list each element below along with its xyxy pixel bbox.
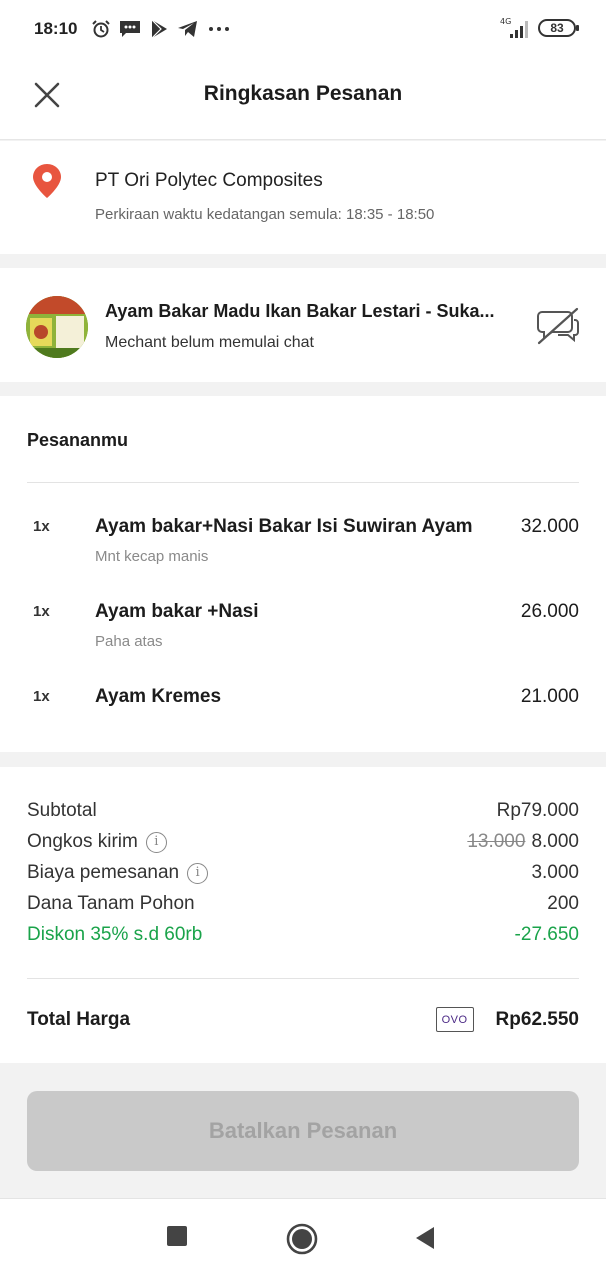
divider (27, 482, 579, 483)
item-quantity: 1x (33, 688, 50, 705)
item-quantity: 1x (33, 518, 50, 535)
more-icon (209, 27, 230, 31)
chat-status: Mechant belum memulai chat (105, 334, 314, 351)
item-quantity: 1x (33, 603, 50, 620)
merchant-name: Ayam Bakar Madu Ikan Bakar Lestari - Suk… (105, 301, 495, 321)
battery-indicator: 83 (538, 19, 579, 37)
item-price: 32.000 (520, 516, 579, 537)
subtotal-row: Subtotal Rp79.000 (27, 798, 579, 824)
tree-fund-row: Dana Tanam Pohon 200 (27, 891, 579, 917)
arrival-estimate: Perkiraan waktu kedatangan semula: 18:35… (95, 206, 435, 223)
item-price: 26.000 (520, 601, 579, 622)
chat-disabled-icon[interactable] (536, 306, 580, 346)
section-title: Pesananmu (27, 430, 129, 450)
order-item: 1x Ayam Kremes 21.000 (0, 686, 606, 756)
item-name: Ayam Kremes (95, 686, 222, 707)
order-item: 1x Ayam bakar +Nasi Paha atas 26.000 (0, 601, 606, 671)
ovo-payment-badge: OVO (435, 1007, 474, 1032)
item-note: Paha atas (95, 633, 163, 650)
total-row: Total Harga OVO Rp62.550 (27, 1007, 579, 1032)
back-triangle-icon[interactable] (414, 1226, 436, 1250)
merchant-section: Ayam Bakar Madu Ikan Bakar Lestari - Suk… (0, 268, 606, 382)
tree-fund-label: Dana Tanam Pohon (27, 893, 195, 914)
total-label: Total Harga (27, 1008, 131, 1030)
play-store-icon (152, 19, 168, 39)
app-bar: Ringkasan Pesanan (0, 58, 606, 140)
battery-level: 83 (550, 21, 564, 35)
system-nav-bar (0, 1198, 606, 1280)
cancel-order-button[interactable]: Batalkan Pesanan (27, 1091, 579, 1171)
circle-icon[interactable] (286, 1223, 318, 1255)
tree-fund-value: 200 (547, 893, 579, 914)
delivery-fee-original: 13.000 (467, 831, 526, 852)
info-icon[interactable]: i (145, 831, 167, 853)
signal-icon: 4G (500, 17, 528, 38)
item-name: Ayam bakar +Nasi (95, 601, 259, 622)
total-value: Rp62.550 (495, 1008, 579, 1030)
subtotal-label: Subtotal (27, 800, 97, 821)
price-summary-section: Subtotal Rp79.000 Ongkos kirim i 13.000 8… (0, 767, 606, 1063)
item-note: Mnt kecap manis (95, 548, 209, 565)
address-name: PT Ori Polytec Composites (95, 170, 323, 191)
order-list-section: Pesananmu 1x Ayam bakar+Nasi Bakar Isi S… (0, 396, 606, 752)
order-fee-value: 3.000 (531, 862, 579, 883)
delivery-fee-value: 8.000 (531, 831, 579, 852)
info-icon[interactable]: i (187, 862, 209, 884)
status-time: 18:10 (34, 19, 78, 38)
system-indicators: 4G 83 (498, 16, 579, 40)
square-icon[interactable] (166, 1225, 188, 1247)
location-pin-icon (33, 164, 61, 198)
order-item: 1x Ayam bakar+Nasi Bakar Isi Suwiran Aya… (0, 516, 606, 586)
order-fee-label: Biaya pemesanan (27, 862, 180, 883)
item-price: 21.000 (520, 686, 579, 707)
order-fee-row: Biaya pemesanan i 3.000 (27, 860, 579, 886)
alarm-icon (92, 20, 111, 38)
divider (27, 978, 579, 979)
delivery-fee-row: Ongkos kirim i 13.000 8.000 (27, 829, 579, 855)
status-bar: 18:10 4G 83 (0, 0, 606, 58)
subtotal-value: Rp79.000 (496, 800, 579, 821)
svg-text:4G: 4G (500, 17, 511, 26)
discount-row: Diskon 35% s.d 60rb -27.650 (27, 922, 579, 948)
delivery-fee-label: Ongkos kirim (27, 831, 138, 852)
discount-label: Diskon 35% s.d 60rb (27, 924, 203, 945)
item-name: Ayam bakar+Nasi Bakar Isi Suwiran Ayam (95, 516, 473, 537)
merchant-avatar (26, 296, 88, 358)
discount-value: -27.650 (514, 924, 579, 945)
page-title: Ringkasan Pesanan (203, 82, 403, 105)
telegram-icon (178, 21, 198, 37)
message-icon (120, 21, 141, 37)
notification-icons (91, 19, 231, 39)
delivery-address-section: PT Ori Polytec Composites Perkiraan wakt… (0, 141, 606, 254)
